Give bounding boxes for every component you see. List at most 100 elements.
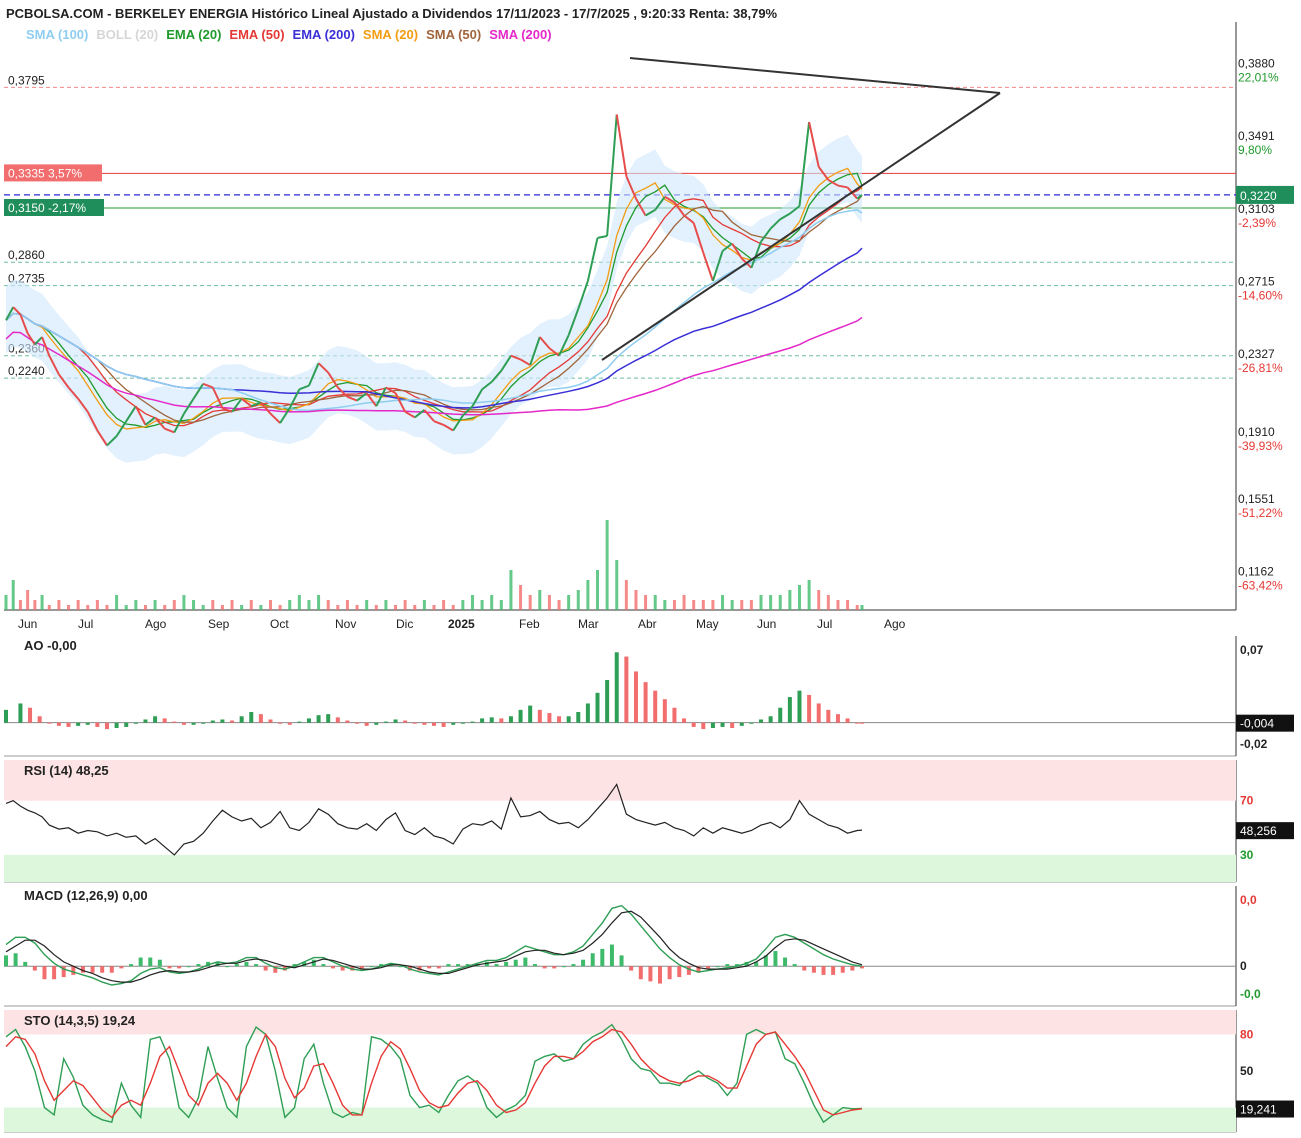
y-tick-label: 0,3880 xyxy=(1238,57,1275,71)
volume-bar xyxy=(759,595,763,610)
macd-histogram-bar xyxy=(686,966,691,975)
macd-histogram-bar xyxy=(148,957,153,967)
ao-bar xyxy=(566,716,571,723)
volume-bar xyxy=(490,595,494,610)
ao-bar xyxy=(537,709,542,723)
legend-item[interactable]: EMA (200) xyxy=(293,27,355,42)
macd-histogram-bar xyxy=(446,964,451,967)
macd-histogram-bar xyxy=(590,953,595,967)
volume-bar xyxy=(721,595,725,610)
ao-bar xyxy=(249,712,254,723)
volume-bar xyxy=(807,580,811,610)
macd-histogram-bar xyxy=(129,964,134,967)
volume-bar xyxy=(394,605,398,610)
ao-bar xyxy=(701,722,706,730)
ao-bar xyxy=(432,722,436,726)
y-tick-pct: -39,93% xyxy=(1238,439,1283,453)
x-tick-label: Jun xyxy=(757,617,776,631)
volume-bar xyxy=(4,595,8,610)
legend-item[interactable]: SMA (50) xyxy=(426,27,481,42)
macd-title: MACD (12,26,9) 0,00 xyxy=(24,888,148,903)
volume-bar xyxy=(442,600,446,610)
volume-bar xyxy=(95,600,99,610)
volume-bar xyxy=(163,605,167,610)
ao-bar xyxy=(576,712,581,723)
macd-histogram-bar xyxy=(609,944,614,967)
main-panel xyxy=(4,22,1237,611)
legend-item[interactable]: SMA (20) xyxy=(363,27,418,42)
ao-bar xyxy=(210,720,215,723)
volume-bar xyxy=(480,600,484,610)
level-label: 0,2860 xyxy=(8,248,45,262)
volume-bar xyxy=(326,600,330,610)
ao-bar xyxy=(585,703,590,723)
volume-bar xyxy=(860,605,864,610)
macd-histogram-bar xyxy=(427,966,432,969)
legend-item[interactable]: EMA (50) xyxy=(229,27,284,42)
x-tick-label: Ago xyxy=(145,617,167,631)
chart-svg: 0,37950,28600,27350,23600,22400,3335 3,5… xyxy=(4,22,1294,1133)
ao-bar xyxy=(451,722,456,725)
chart-canvas: 0,37950,28600,27350,23600,22400,3335 3,5… xyxy=(0,0,1301,1138)
legend-item[interactable]: SMA (100) xyxy=(26,27,88,42)
volume-bar xyxy=(317,595,321,610)
ao-bar xyxy=(66,722,71,727)
volume-bar xyxy=(18,600,22,610)
volume-bar xyxy=(528,595,532,610)
ao-bar xyxy=(374,722,379,725)
volume-bar xyxy=(288,600,292,610)
ao-bar xyxy=(239,716,244,723)
ao-bar xyxy=(306,718,311,723)
date-axis-labels: Jun Jul Ago Sep Oct Nov Dic 2025 Feb Mar Abr May Jun… xyxy=(18,617,906,631)
y-tick-pct: -14,60% xyxy=(1238,288,1283,302)
macd-histogram-bar xyxy=(504,961,509,967)
ao-bar xyxy=(759,719,764,723)
ao-bar xyxy=(47,722,52,724)
ao-bar xyxy=(860,722,864,724)
rsi-tick: 70 xyxy=(1240,794,1254,808)
legend-item[interactable]: SMA (200) xyxy=(489,27,551,42)
price-segment xyxy=(597,235,608,239)
macd-histogram-bar xyxy=(254,964,259,967)
ao-bar xyxy=(691,722,696,727)
macd-histogram-bar xyxy=(532,964,537,967)
volume-bar xyxy=(836,600,840,610)
volume-bar xyxy=(605,520,609,610)
volume-bar xyxy=(355,605,359,610)
macd-histogram-bar xyxy=(706,966,711,969)
ao-bar xyxy=(403,720,408,723)
volume-bar xyxy=(40,595,44,610)
y-tick-label: 0,2715 xyxy=(1238,274,1275,288)
ao-bar xyxy=(768,716,773,723)
volume-bar xyxy=(567,595,571,610)
volume-bar xyxy=(663,600,667,610)
rsi-oversold-zone xyxy=(4,854,1236,882)
x-tick-label: Abr xyxy=(638,617,657,631)
volume-bar xyxy=(26,590,30,610)
ao-bar xyxy=(230,720,235,723)
volume-bar xyxy=(778,595,782,610)
y-tick-label: 0,3491 xyxy=(1238,129,1275,143)
volume-bar xyxy=(201,605,205,610)
volume-bar xyxy=(153,600,157,610)
macd-histogram-bar xyxy=(42,966,47,980)
legend-item[interactable]: BOLL (20) xyxy=(96,27,158,42)
macd-histogram-bar xyxy=(436,966,441,969)
ao-bar xyxy=(633,671,638,723)
volume-bar xyxy=(365,600,369,610)
x-tick-label: Oct xyxy=(270,617,289,631)
volume-bar xyxy=(268,600,272,610)
x-tick-label: Ago xyxy=(884,617,906,631)
ao-bar xyxy=(739,722,744,726)
level-label: 0,2240 xyxy=(8,364,45,378)
ao-bar xyxy=(297,721,302,723)
volume-bar xyxy=(509,570,513,610)
sto-last-value: 19,241 xyxy=(1240,1103,1277,1117)
y-tick-label: 0,1162 xyxy=(1238,565,1274,579)
legend-item[interactable]: EMA (20) xyxy=(166,27,221,42)
y-tick-label: 0,1910 xyxy=(1238,425,1275,439)
volume-bar xyxy=(788,590,792,610)
macd-histogram-bar xyxy=(52,966,57,980)
x-tick-label: 2025 xyxy=(448,617,475,631)
ao-bar xyxy=(316,715,321,723)
